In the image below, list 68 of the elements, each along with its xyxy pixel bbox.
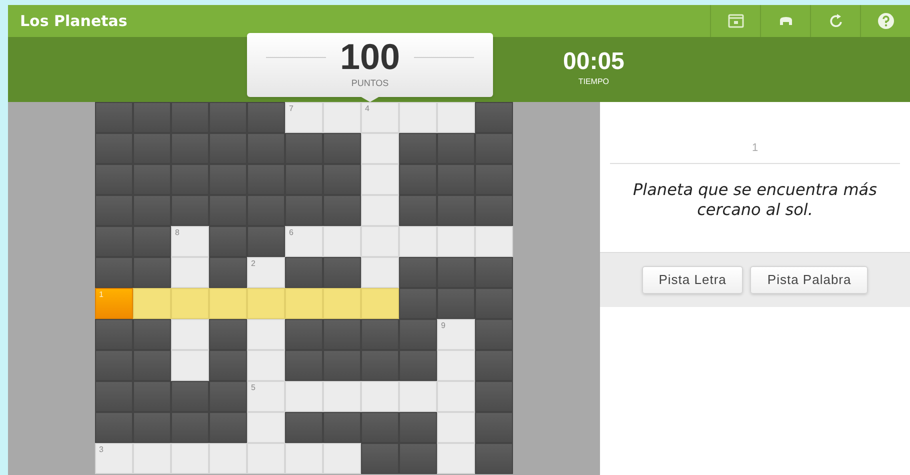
answer-cell[interactable]	[399, 381, 437, 412]
answer-cell[interactable]	[361, 257, 399, 288]
screen-icon	[726, 12, 744, 30]
answer-cell[interactable]	[399, 102, 437, 133]
answer-cell[interactable]	[133, 443, 171, 474]
answer-cell[interactable]	[247, 412, 285, 443]
answer-cell[interactable]	[323, 443, 361, 474]
answer-cell[interactable]	[285, 381, 323, 412]
answer-cell[interactable]	[475, 226, 513, 257]
score-value: 100	[340, 37, 400, 77]
answer-cell[interactable]	[171, 350, 209, 381]
highlighted-cell[interactable]	[209, 288, 247, 319]
answer-cell[interactable]	[247, 350, 285, 381]
answer-cell[interactable]	[437, 381, 475, 412]
answer-cell[interactable]	[399, 226, 437, 257]
clue-text: Planeta que se encuentra más cercano al sol.	[632, 180, 878, 220]
highlighted-cell[interactable]	[323, 288, 361, 319]
answer-cell[interactable]: 4	[361, 102, 399, 133]
help-icon	[876, 12, 894, 30]
answer-cell[interactable]	[247, 443, 285, 474]
clue-number-label: 9	[441, 321, 446, 331]
answer-cell[interactable]	[361, 133, 399, 164]
clue-number-label: 6	[289, 228, 294, 238]
highlighted-cell[interactable]	[171, 288, 209, 319]
clue-number-label: 2	[251, 259, 256, 269]
clue-number-label: 7	[289, 104, 294, 114]
answer-cell[interactable]	[437, 350, 475, 381]
answer-cell[interactable]: 2	[247, 257, 285, 288]
answer-cell[interactable]: 3	[95, 443, 133, 474]
answer-cell[interactable]: 9	[437, 319, 475, 350]
answer-cell[interactable]	[247, 319, 285, 350]
answer-cell[interactable]: 8	[171, 226, 209, 257]
clue-number-label: 1	[99, 290, 104, 300]
answer-cell[interactable]	[437, 443, 475, 474]
answer-cell[interactable]: 7	[285, 102, 323, 133]
timer-label: TIEMPO	[578, 76, 610, 88]
answer-cell[interactable]: 5	[247, 381, 285, 412]
answer-cell[interactable]	[361, 381, 399, 412]
clue-number: 1	[752, 141, 758, 156]
answer-cell[interactable]	[437, 412, 475, 443]
answer-cell[interactable]	[323, 381, 361, 412]
highlighted-cell[interactable]	[361, 288, 399, 319]
answer-cell[interactable]	[171, 257, 209, 288]
window-title: Los Planetas	[19, 10, 128, 32]
answer-cell[interactable]: 6	[285, 226, 323, 257]
hint-button[interactable]: Pista Palabra	[750, 266, 868, 294]
highlighted-cell[interactable]	[247, 288, 285, 319]
answer-cell[interactable]	[437, 102, 475, 133]
clue-number-label: 4	[365, 104, 370, 114]
answer-cell[interactable]	[323, 102, 361, 133]
hint-button[interactable]: Pista Letra	[642, 266, 744, 294]
answer-cell[interactable]	[323, 226, 361, 257]
clue-number-label: 5	[251, 383, 256, 393]
answer-cell[interactable]	[361, 226, 399, 257]
highlighted-cell[interactable]	[285, 288, 323, 319]
answer-cell[interactable]	[361, 164, 399, 195]
timer-value: 00:05	[563, 48, 624, 76]
answer-cell[interactable]	[437, 226, 475, 257]
clue-number-label: 3	[99, 445, 104, 455]
answer-cell[interactable]	[209, 443, 247, 474]
answer-cell[interactable]	[361, 195, 399, 226]
highlighted-cell[interactable]	[133, 288, 171, 319]
answer-cell[interactable]	[171, 443, 209, 474]
answer-cell[interactable]	[171, 319, 209, 350]
active-cell[interactable]: 1	[95, 288, 133, 319]
answer-cell[interactable]	[285, 443, 323, 474]
score-label: PUNTOS	[351, 77, 389, 89]
clue-number-label: 8	[175, 228, 180, 238]
